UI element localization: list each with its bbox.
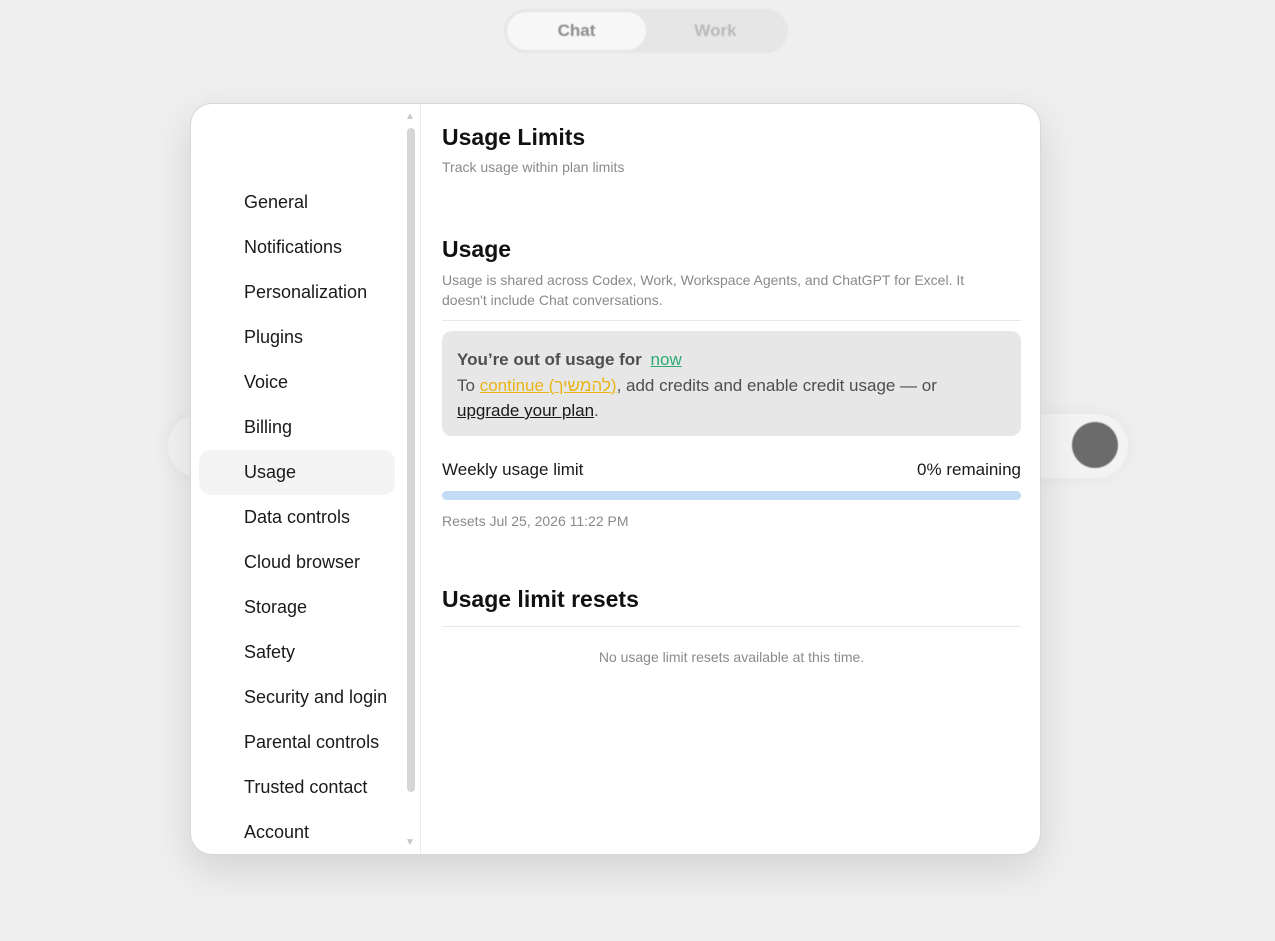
sidebar-item-usage[interactable]: Usage (199, 450, 395, 495)
chat-mode-button[interactable]: Chat (507, 12, 646, 50)
scroll-up-arrow-icon[interactable]: ▲ (405, 112, 415, 122)
alert-body: To continue (להמשיך), add credits and en… (457, 373, 1006, 423)
weekly-reset-date: Resets Jul 25, 2026 11:22 PM (442, 513, 629, 529)
settings-modal: General Notifications Personalization Pl… (190, 103, 1041, 855)
sidebar-item-voice[interactable]: Voice (199, 360, 395, 405)
sidebar-item-plugins[interactable]: Plugins (199, 315, 395, 360)
scroll-thumb[interactable] (407, 128, 415, 792)
sidebar-item-notifications[interactable]: Notifications (199, 225, 395, 270)
sidebar-item-parental-controls[interactable]: Parental controls (199, 720, 395, 765)
section-divider (442, 626, 1021, 627)
weekly-usage-progress-bar (442, 491, 1021, 500)
settings-content: Usage Limits Track usage within plan lim… (442, 104, 1021, 854)
now-link[interactable]: now (651, 350, 682, 369)
sidebar-item-storage[interactable]: Storage (199, 585, 395, 630)
alert-end-text: . (594, 401, 599, 420)
weekly-usage-label: Weekly usage limit (442, 460, 584, 479)
sidebar-item-security-and-login[interactable]: Security and login (199, 675, 395, 720)
usage-section-description: Usage is shared across Codex, Work, Work… (442, 272, 965, 308)
page-title: Usage Limits (442, 124, 586, 150)
usage-limit-resets-title: Usage limit resets (442, 586, 639, 612)
sidebar-item-cloud-browser[interactable]: Cloud browser (199, 540, 395, 585)
sidebar-item-general[interactable]: General (199, 180, 395, 225)
alert-headline: You’re out of usage for now (457, 348, 1006, 372)
mode-toggle: Chat Work (504, 9, 788, 53)
usage-section-title: Usage (442, 236, 512, 262)
page-subtitle: Track usage within plan limits (442, 159, 625, 175)
upgrade-plan-link[interactable]: upgrade your plan (457, 401, 594, 420)
alert-to-text: To (457, 376, 480, 395)
alert-out-text: You’re out of usage for (457, 350, 642, 369)
section-divider (442, 320, 1021, 321)
settings-sidebar: General Notifications Personalization Pl… (191, 104, 421, 854)
sidebar-item-safety[interactable]: Safety (199, 630, 395, 675)
sidebar-item-data-controls[interactable]: Data controls (199, 495, 395, 540)
scroll-down-arrow-icon[interactable]: ▼ (405, 838, 415, 848)
sidebar-item-account[interactable]: Account (199, 810, 395, 854)
sidebar-item-personalization[interactable]: Personalization (199, 270, 395, 315)
app-background: Chat Work General Notifications Personal… (0, 0, 1275, 941)
sidebar-item-billing[interactable]: Billing (199, 405, 395, 450)
weekly-usage-remaining: 0% remaining (917, 460, 1021, 479)
settings-nav: General Notifications Personalization Pl… (199, 180, 395, 854)
work-mode-button[interactable]: Work (646, 12, 785, 50)
no-resets-message: No usage limit resets available at this … (598, 649, 865, 665)
alert-middle-text: , add credits and enable credit usage — … (616, 376, 937, 395)
out-of-usage-alert: You’re out of usage for now To continue … (442, 331, 1021, 436)
sidebar-scrollbar[interactable]: ▲ ▼ (404, 108, 418, 852)
sidebar-item-trusted-contact[interactable]: Trusted contact (199, 765, 395, 810)
background-send-button (1072, 422, 1118, 468)
continue-link[interactable]: continue (להמשיך) (480, 376, 617, 395)
